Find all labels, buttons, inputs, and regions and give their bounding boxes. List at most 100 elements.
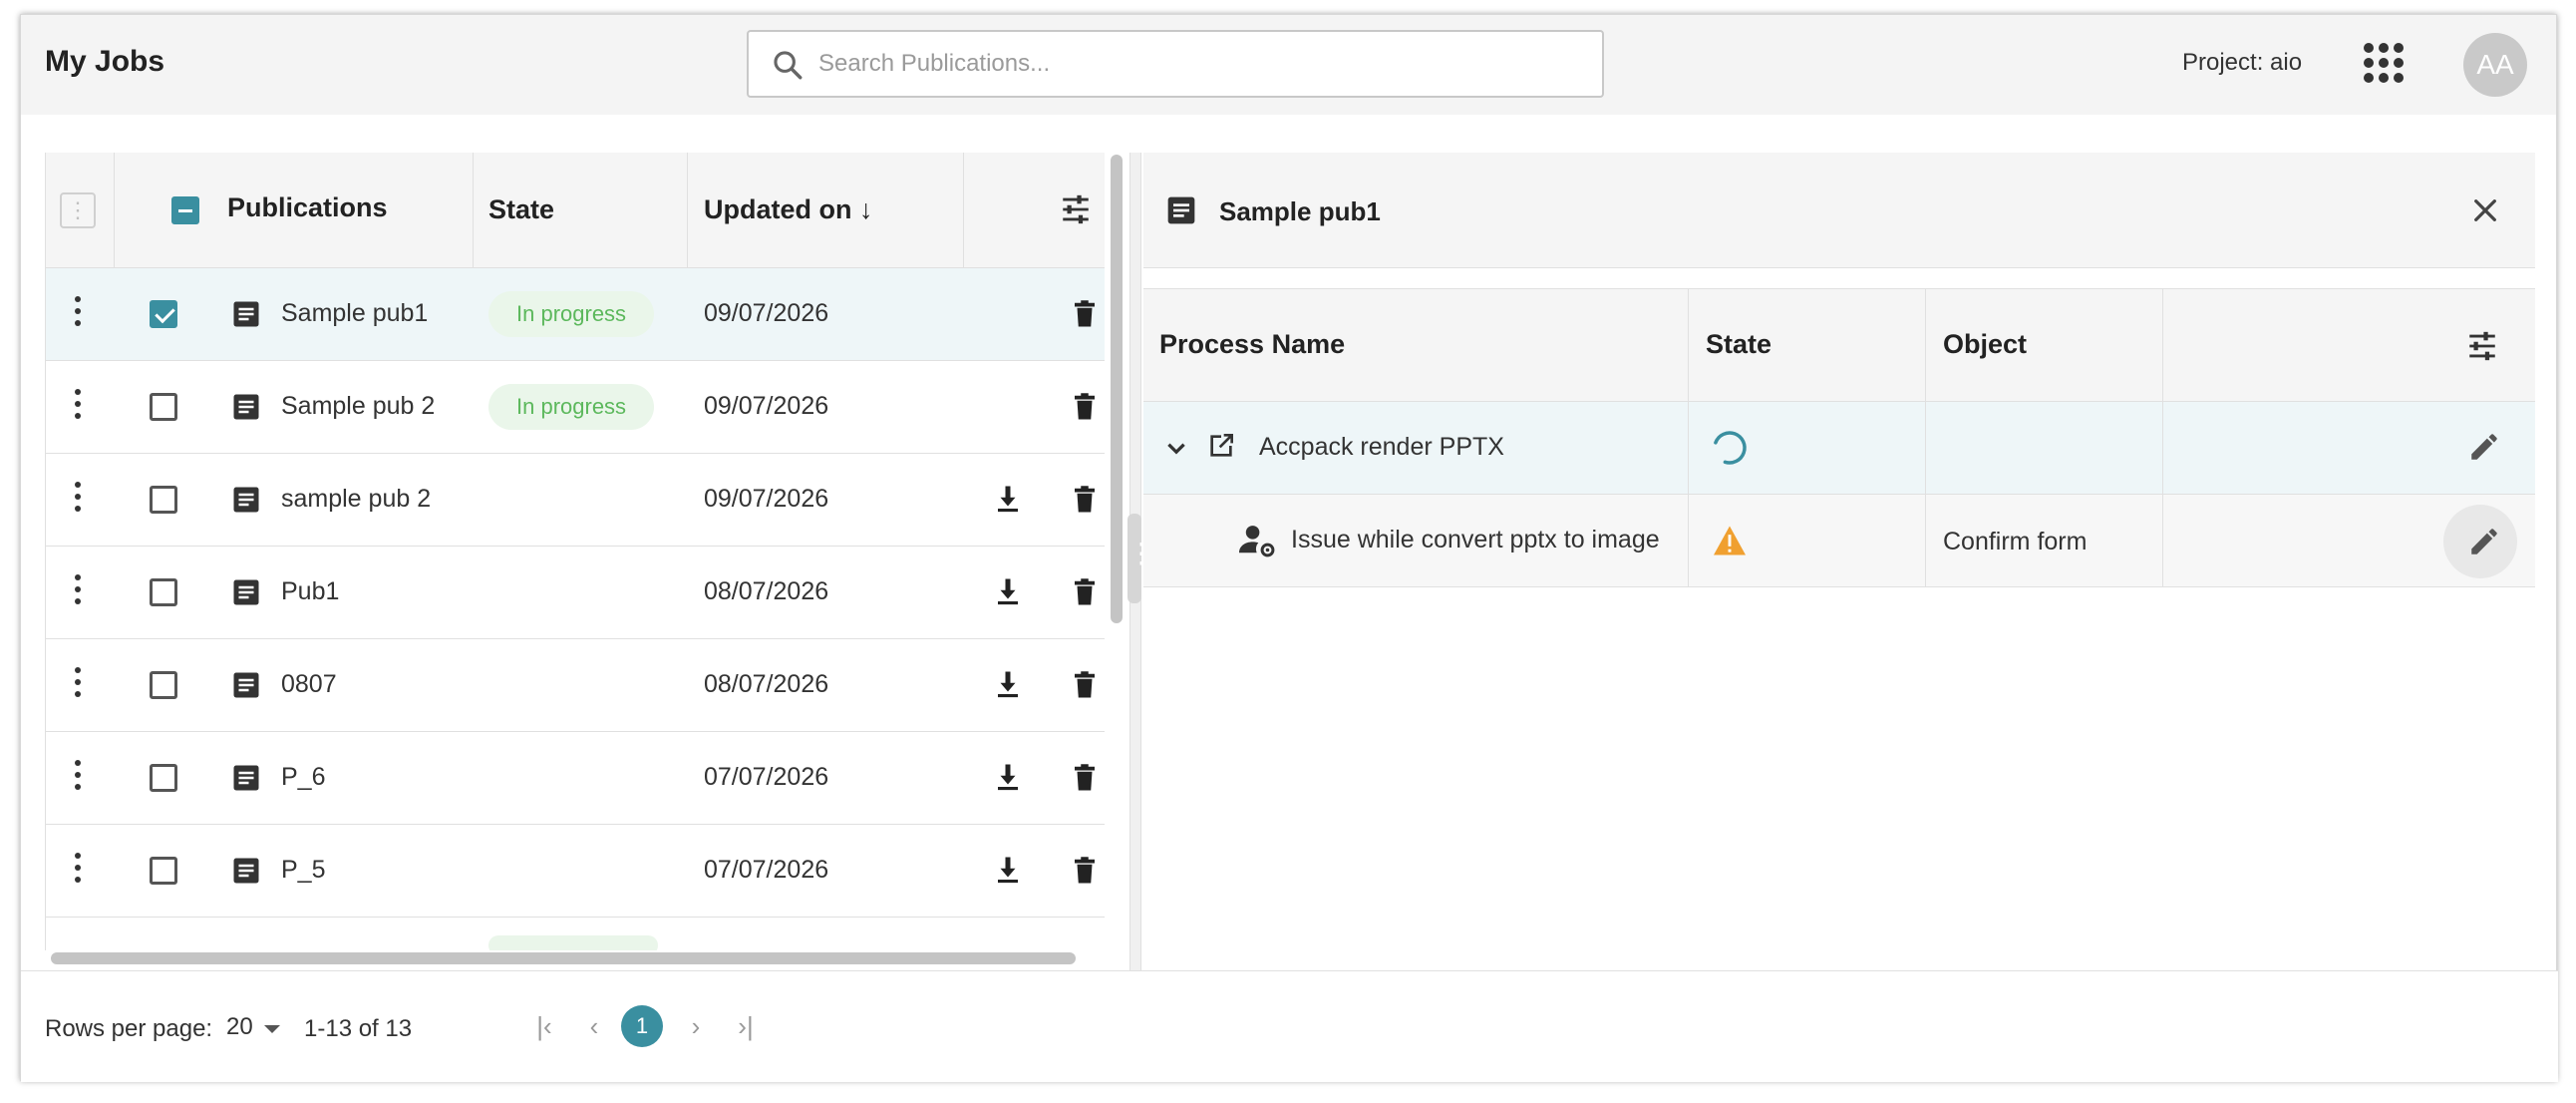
delete-icon[interactable]: [1070, 298, 1100, 330]
column-settings-icon[interactable]: [2465, 329, 2499, 363]
last-page-icon[interactable]: ›|: [729, 1009, 763, 1043]
column-header-publications[interactable]: Publications: [227, 192, 388, 223]
document-icon: [1167, 196, 1195, 224]
table-header: Publications State Updated on ↓: [46, 153, 1105, 268]
rows-per-page-select[interactable]: 20: [226, 1013, 253, 1041]
publications-table: Publications State Updated on ↓ Sample p…: [45, 153, 1105, 950]
updated-date: 09/07/2026: [704, 392, 829, 420]
publication-name[interactable]: P_5: [281, 856, 325, 885]
row-checkbox[interactable]: [150, 764, 177, 792]
publication-name[interactable]: Pub1: [281, 577, 339, 606]
document-icon: [233, 301, 259, 327]
publication-name[interactable]: 0807: [281, 670, 337, 699]
splitter-handle[interactable]: [1127, 514, 1141, 603]
table-row[interactable]: P_5 07/07/2026: [46, 825, 1105, 918]
updated-date: 07/07/2026: [704, 763, 829, 791]
updated-date: 08/07/2026: [704, 577, 829, 605]
row-checkbox[interactable]: [150, 857, 177, 885]
delete-icon[interactable]: [1070, 391, 1100, 423]
edit-icon[interactable]: [2467, 430, 2501, 464]
row-menu-icon[interactable]: [74, 482, 82, 518]
column-header-updated-on[interactable]: Updated on ↓: [704, 194, 873, 225]
edit-icon[interactable]: [2467, 525, 2501, 558]
status-badge: In progress: [488, 384, 655, 430]
row-menu-icon[interactable]: [74, 760, 82, 796]
column-header-process-name[interactable]: Process Name: [1159, 329, 1345, 360]
column-header-object[interactable]: Object: [1943, 329, 2027, 360]
page-title: My Jobs: [45, 45, 165, 78]
status-badge: In progress: [488, 291, 655, 337]
detail-panel-header: Sample pub1: [1143, 153, 2535, 268]
row-checkbox[interactable]: [150, 393, 177, 421]
delete-icon[interactable]: [1070, 762, 1100, 794]
table-row[interactable]: 0807 08/07/2026: [46, 639, 1105, 732]
close-icon[interactable]: [2469, 194, 2501, 226]
user-settings-icon: [1239, 526, 1275, 557]
publication-name[interactable]: sample pub 2: [281, 485, 431, 514]
column-settings-icon[interactable]: [1059, 192, 1093, 226]
row-checkbox[interactable]: [150, 486, 177, 514]
select-all-checkbox[interactable]: [171, 196, 199, 224]
first-page-icon[interactable]: |‹: [527, 1009, 561, 1043]
prev-page-icon[interactable]: ‹: [577, 1009, 611, 1043]
row-menu-icon[interactable]: [74, 296, 82, 332]
process-table: Process Name State Object Accpack render…: [1143, 288, 2535, 587]
table-row[interactable]: [46, 918, 1105, 950]
process-row[interactable]: Accpack render PPTX: [1143, 402, 2535, 495]
download-icon[interactable]: [993, 576, 1023, 606]
delete-icon[interactable]: [1070, 484, 1100, 516]
row-menu-icon[interactable]: [74, 667, 82, 703]
apps-grid-icon[interactable]: [2364, 43, 2404, 83]
document-icon: [233, 487, 259, 513]
row-menu-icon[interactable]: [74, 389, 82, 425]
open-external-icon[interactable]: [1205, 430, 1237, 462]
column-header-state[interactable]: State: [1706, 329, 1771, 360]
horizontal-scrollbar[interactable]: [51, 952, 1076, 964]
download-icon[interactable]: [993, 855, 1023, 885]
row-menu-icon[interactable]: [74, 574, 82, 610]
next-page-icon[interactable]: ›: [679, 1009, 713, 1043]
avatar[interactable]: AA: [2463, 33, 2527, 97]
table-row[interactable]: Sample pub 2 In progress 09/07/2026: [46, 361, 1105, 454]
publication-name[interactable]: P_6: [281, 763, 325, 792]
publication-name[interactable]: Sample pub 2: [281, 392, 435, 421]
row-checkbox[interactable]: [150, 578, 177, 606]
top-header: My Jobs Project: aio AA: [21, 15, 2556, 115]
vertical-scrollbar[interactable]: [1111, 155, 1123, 623]
caret-down-icon[interactable]: [264, 1025, 280, 1033]
process-name[interactable]: Issue while convert pptx to image: [1291, 526, 1660, 554]
column-drag-handle[interactable]: [60, 192, 96, 228]
table-row[interactable]: Sample pub1 In progress 09/07/2026: [46, 268, 1105, 361]
updated-date: 08/07/2026: [704, 670, 829, 698]
search-input[interactable]: [818, 46, 1576, 82]
document-icon: [233, 579, 259, 605]
process-name[interactable]: Accpack render PPTX: [1259, 433, 1504, 462]
delete-icon[interactable]: [1070, 855, 1100, 887]
download-icon[interactable]: [993, 762, 1023, 792]
table-row[interactable]: sample pub 2 09/07/2026: [46, 454, 1105, 547]
row-checkbox[interactable]: [150, 671, 177, 699]
detail-panel: Sample pub1 Process Name State Object Ac…: [1143, 153, 2535, 970]
search-box[interactable]: [747, 30, 1604, 98]
page-number-current[interactable]: 1: [621, 1005, 663, 1047]
document-icon: [233, 672, 259, 698]
updated-date: 09/07/2026: [704, 485, 829, 513]
publication-name[interactable]: Sample pub1: [281, 299, 428, 328]
table-row[interactable]: P_6 07/07/2026: [46, 732, 1105, 825]
updated-date: 09/07/2026: [704, 299, 829, 327]
delete-icon[interactable]: [1070, 576, 1100, 608]
column-header-state[interactable]: State: [488, 194, 554, 225]
delete-icon[interactable]: [1070, 669, 1100, 701]
project-label[interactable]: Project: aio: [2182, 49, 2302, 77]
updated-date: 07/07/2026: [704, 856, 829, 884]
row-menu-icon[interactable]: [74, 853, 82, 889]
chevron-down-icon[interactable]: [1163, 436, 1189, 462]
object-value[interactable]: Confirm form: [1943, 528, 2087, 556]
process-row[interactable]: Issue while convert pptx to image Confir…: [1143, 495, 2535, 587]
document-icon: [233, 765, 259, 791]
table-row[interactable]: Pub1 08/07/2026: [46, 547, 1105, 639]
download-icon[interactable]: [993, 669, 1023, 699]
search-icon: [774, 51, 803, 80]
download-icon[interactable]: [993, 484, 1023, 514]
row-checkbox[interactable]: [150, 300, 177, 328]
